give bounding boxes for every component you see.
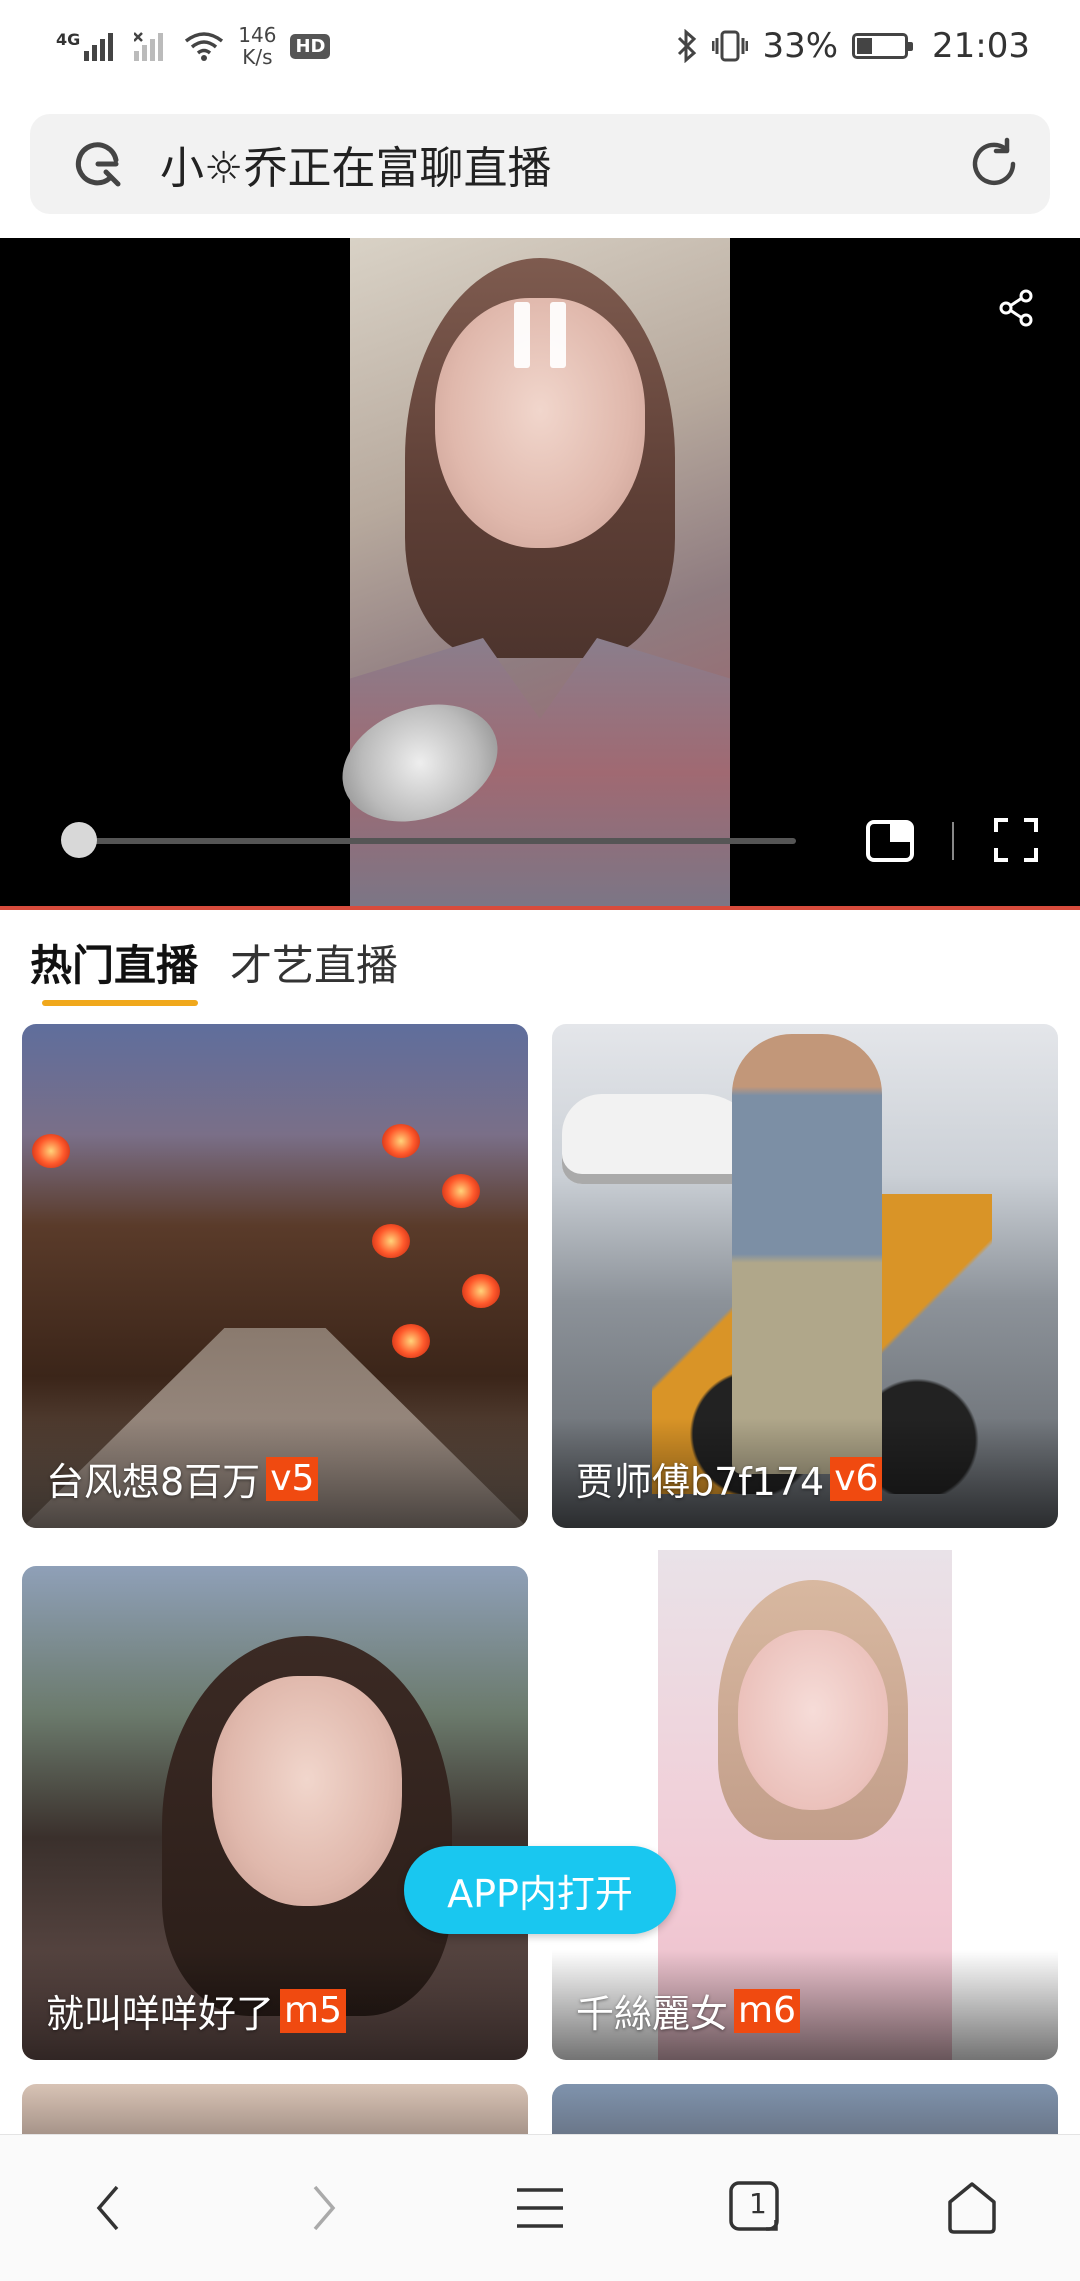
live-card[interactable]: 台风想8百万 v5 xyxy=(22,1024,528,1528)
card-label: 贾师傅b7f174 v6 xyxy=(576,1451,883,1506)
bluetooth-icon xyxy=(678,29,697,63)
wifi-icon xyxy=(185,32,224,61)
card-label: 就叫咩咩好了 m5 xyxy=(46,1983,346,2038)
clock: 21:03 xyxy=(932,26,1030,66)
status-right: 33% 21:03 xyxy=(676,26,1030,66)
rider-image xyxy=(732,1034,882,1474)
card-streamer-name: 千絲麗女 xyxy=(576,1992,729,2036)
network-type: 4G xyxy=(56,29,81,49)
home-button[interactable] xyxy=(927,2163,1017,2253)
home-icon xyxy=(948,2182,996,2234)
tabs-button[interactable]: 1 xyxy=(711,2163,801,2253)
net-speed-unit: K/s xyxy=(242,45,273,69)
status-left: 4G 146 K/s HD xyxy=(56,24,331,68)
progress-knob[interactable] xyxy=(60,822,97,858)
signal-noservice-icon xyxy=(134,32,164,61)
address-bar[interactable]: 小☼乔正在富聊直播 xyxy=(30,114,1050,214)
active-tab-indicator xyxy=(42,1000,198,1006)
chevron-left-icon xyxy=(96,2185,119,2231)
battery-percent: 33% xyxy=(762,26,839,66)
level-badge: m5 xyxy=(280,1988,346,2033)
net-speed-value: 146 xyxy=(238,23,277,47)
lantern-image xyxy=(442,1174,480,1208)
share-icon[interactable] xyxy=(996,288,1036,328)
card-label: 台风想8百万 v5 xyxy=(46,1451,319,1506)
status-bar: 4G 146 K/s HD 33% 21:03 xyxy=(0,0,1080,92)
portrait-face xyxy=(738,1630,888,1810)
menu-icon xyxy=(517,2188,563,2228)
signal-icon xyxy=(84,33,114,61)
bottom-nav: 1 xyxy=(0,2134,1080,2281)
lantern-image xyxy=(372,1224,410,1258)
card-streamer-name: 就叫咩咩好了 xyxy=(46,1992,275,2036)
open-in-app-button[interactable]: APP内打开 xyxy=(404,1846,676,1934)
address-text[interactable]: 小☼乔正在富聊直播 xyxy=(160,132,964,196)
card-streamer-name: 台风想8百万 xyxy=(46,1460,261,1504)
chevron-right-icon xyxy=(313,2185,336,2231)
hd-badge: HD xyxy=(290,33,331,59)
level-badge: v6 xyxy=(830,1456,883,1501)
lantern-image xyxy=(462,1274,500,1308)
battery-icon xyxy=(852,33,914,59)
progress-track[interactable] xyxy=(62,838,796,844)
back-button[interactable] xyxy=(63,2163,153,2253)
live-card[interactable]: 贾师傅b7f174 v6 xyxy=(552,1024,1058,1528)
net-speed: 146 K/s xyxy=(238,24,276,68)
tab-count: 1 xyxy=(749,2187,767,2220)
card-label: 千絲麗女 m6 xyxy=(576,1983,800,2038)
level-badge: m6 xyxy=(734,1988,800,2033)
fullscreen-icon[interactable] xyxy=(994,818,1038,862)
forward-button[interactable] xyxy=(279,2163,369,2253)
menu-button[interactable] xyxy=(495,2163,585,2253)
vibrate-icon xyxy=(712,30,749,62)
lantern-image xyxy=(32,1134,70,1168)
lantern-image xyxy=(392,1324,430,1358)
level-badge: v5 xyxy=(266,1456,319,1501)
pause-icon[interactable] xyxy=(514,302,566,368)
google-lens-icon[interactable] xyxy=(70,136,126,192)
reload-icon[interactable] xyxy=(964,134,1024,194)
picture-in-picture-icon[interactable] xyxy=(866,820,914,862)
control-divider xyxy=(952,822,954,860)
portrait-face xyxy=(212,1676,402,1906)
tab-hot-live[interactable]: 热门直播 xyxy=(30,932,198,993)
video-bottom-border xyxy=(0,906,1080,910)
lantern-image xyxy=(382,1124,420,1158)
tab-talent-live[interactable]: 才艺直播 xyxy=(230,932,398,993)
card-streamer-name: 贾师傅b7f174 xyxy=(576,1460,825,1504)
live-card[interactable]: 就叫咩咩好了 m5 xyxy=(22,1566,528,2060)
live-card[interactable]: 千絲麗女 m6 xyxy=(552,1550,1058,2060)
